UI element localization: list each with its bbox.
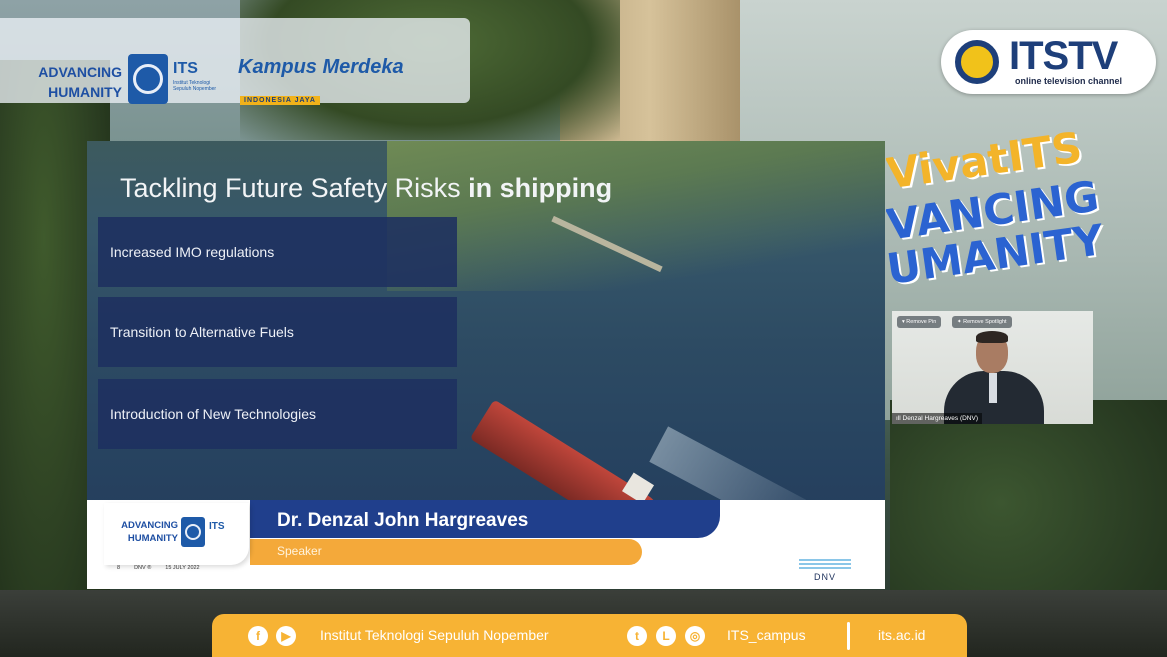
- lower-third-advancing-humanity: ADVANCING HUMANITY: [115, 519, 178, 545]
- facebook-icon[interactable]: f: [248, 626, 268, 646]
- footer-brand: DNV ®: [134, 565, 152, 571]
- remove-pin-label: Remove Pin: [906, 319, 937, 325]
- its-emblem-icon: [181, 517, 205, 547]
- dnv-logo: DNV: [799, 559, 851, 582]
- advancing-word: ADVANCING: [121, 520, 178, 531]
- itstv-tagline: online television channel: [1015, 76, 1123, 86]
- dnv-wordmark: DNV: [813, 572, 836, 582]
- participant-name: Denzal Hargreaves (DNV): [902, 415, 979, 422]
- its-wordmark: ITS: [173, 60, 198, 77]
- bullet-box: Introduction of New Technologies: [98, 379, 457, 449]
- dnv-stripes-icon: [799, 559, 851, 571]
- coastline-image: [387, 141, 885, 291]
- divider: [847, 622, 850, 650]
- humanity-word: HUMANITY: [48, 84, 122, 100]
- social-handle[interactable]: ITS_campus: [727, 627, 806, 643]
- slide-title-bold: in shipping: [468, 173, 613, 203]
- remove-pin-button[interactable]: ▾ Remove Pin: [897, 316, 942, 328]
- speaker-role: Speaker: [277, 544, 322, 558]
- its-emblem-icon: [128, 54, 168, 104]
- footer-date: 15 JULY 2022: [165, 565, 200, 571]
- slide-title: Tackling Future Safety Risks in shipping: [120, 173, 612, 204]
- itstv-name: ITSTV: [1009, 34, 1118, 78]
- instagram-icon[interactable]: ◎: [685, 626, 705, 646]
- remove-spotlight-label: Remove Spotlight: [963, 319, 1007, 325]
- bullet-text: Introduction of New Technologies: [110, 406, 316, 422]
- its-wordmark: ITS: [209, 521, 225, 532]
- twitter-icon[interactable]: t: [627, 626, 647, 646]
- humanity-word: HUMANITY: [127, 533, 178, 544]
- youtube-icon[interactable]: ▶: [276, 626, 296, 646]
- speaker-video-tile[interactable]: ▾ Remove Pin ✦ Remove Spotlight ıll Denz…: [892, 311, 1093, 424]
- advancing-humanity-banner: ADVANCING HUMANITY ITS Institut Teknolog…: [0, 18, 470, 105]
- gear-icon: [955, 40, 999, 84]
- remove-spotlight-button[interactable]: ✦ Remove Spotlight: [952, 316, 1012, 328]
- speaker-name: Dr. Denzal John Hargreaves: [277, 510, 529, 531]
- slide-title-regular: Tackling Future Safety Risks: [120, 173, 469, 203]
- advancing-humanity-text: ADVANCING HUMANITY: [20, 62, 122, 102]
- vivat-its-slogan: VivatITS VANCING UMANITY: [886, 128, 1126, 288]
- speaker-hair: [976, 331, 1008, 343]
- institute-name: Institut Teknologi Sepuluh Nopember: [320, 627, 549, 643]
- line-icon[interactable]: L: [656, 626, 676, 646]
- kampus-merdeka-subtitle: INDONESIA JAYA: [240, 96, 320, 105]
- itstv-logo: ITSTV online television channel: [941, 30, 1156, 94]
- website-link[interactable]: its.ac.id: [878, 627, 925, 643]
- bullet-text: Increased IMO regulations: [110, 244, 275, 260]
- slide-number: 8: [117, 565, 121, 571]
- bullet-text: Transition to Alternative Fuels: [110, 324, 294, 340]
- speaker-shirt: [989, 373, 997, 403]
- presentation-slide: Tackling Future Safety Risks in shipping…: [87, 141, 885, 589]
- kampus-merdeka-logo: Kampus Merdeka: [238, 56, 404, 78]
- bullet-box: Increased IMO regulations: [98, 217, 457, 287]
- advancing-word: ADVANCING: [38, 64, 122, 80]
- bullet-box: Transition to Alternative Fuels: [98, 297, 457, 367]
- participant-name-label: ıll Denzal Hargreaves (DNV): [892, 413, 982, 424]
- slide-footer-info: 8 DNV ® 15 JULY 2022: [117, 565, 200, 571]
- its-subtitle: Institut Teknologi Sepuluh Nopember: [173, 80, 217, 92]
